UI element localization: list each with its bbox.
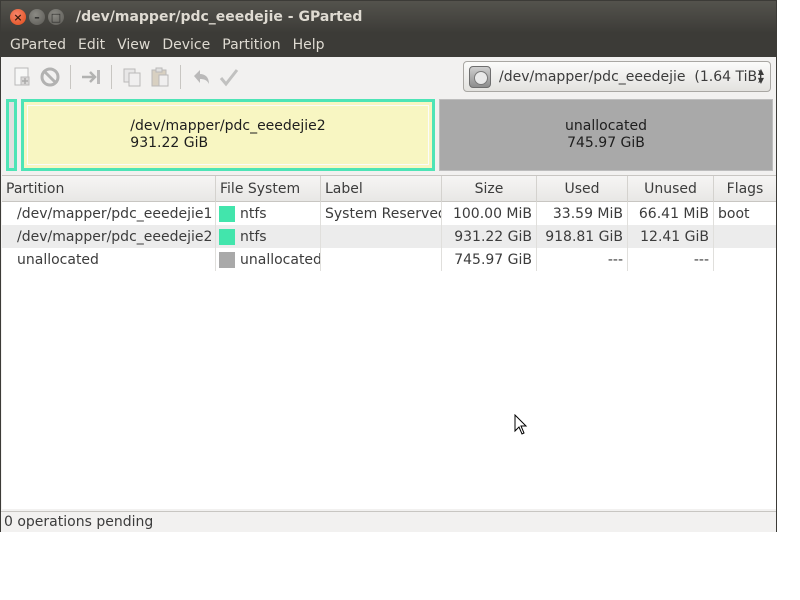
segment-name: unallocated — [565, 118, 647, 134]
filesystem-color-swatch — [219, 251, 235, 268]
device-selector[interactable]: /dev/mapper/pdc_eeedejie (1.64 TiB) ▲ ▼ — [463, 61, 771, 92]
partition-map-segment-pdc_eeedejie2[interactable]: /dev/mapper/pdc_eeedejie2 931.22 GiB — [21, 99, 435, 171]
column-header-label[interactable]: Label — [321, 176, 442, 202]
apply-icon[interactable] — [215, 63, 243, 91]
column-header-used[interactable]: Used — [537, 176, 628, 202]
title-bar[interactable]: × – □ /dev/mapper/pdc_eeedejie - GParted — [1, 1, 776, 33]
table-row[interactable]: /dev/mapper/pdc_eeedejie1 ntfs System Re… — [2, 202, 776, 225]
cell-used: 33.59 MiB — [537, 202, 628, 225]
cell-size: 100.00 MiB — [442, 202, 537, 225]
cell-unused: 66.41 MiB — [628, 202, 714, 225]
cell-unused: 12.41 GiB — [628, 225, 714, 248]
filesystem-color-swatch — [219, 205, 235, 222]
paste-icon[interactable] — [146, 63, 174, 91]
maximize-icon[interactable]: □ — [48, 9, 64, 25]
cell-flags: boot — [718, 205, 750, 222]
toolbar-separator — [111, 65, 112, 89]
close-icon[interactable]: × — [10, 9, 26, 25]
menu-partition[interactable]: Partition — [216, 37, 286, 53]
cell-label: System Reserved — [321, 202, 442, 225]
device-size: (1.64 TiB) — [694, 68, 763, 85]
new-partition-icon[interactable] — [8, 63, 36, 91]
column-header-flags[interactable]: Flags — [714, 176, 776, 202]
cell-label — [321, 225, 442, 248]
menu-device[interactable]: Device — [156, 37, 216, 53]
menu-edit[interactable]: Edit — [72, 37, 111, 53]
table-header: Partition File System Label Size Used Un… — [2, 176, 776, 202]
toolbar: /dev/mapper/pdc_eeedejie (1.64 TiB) ▲ ▼ — [1, 57, 776, 97]
cell-filesystem: ntfs — [216, 225, 321, 248]
window-title: /dev/mapper/pdc_eeedejie - GParted — [76, 9, 363, 25]
cell-used: 918.81 GiB — [537, 225, 628, 248]
partition-map-segment-unallocated[interactable]: unallocated 745.97 GiB — [439, 99, 773, 171]
filesystem-name: unallocated — [240, 251, 321, 268]
cell-partition: /dev/mapper/pdc_eeedejie2 — [2, 225, 216, 248]
minimize-icon[interactable]: – — [29, 9, 45, 25]
partition-map-segment-pdc_eeedejie1[interactable] — [6, 99, 17, 171]
segment-size: 745.97 GiB — [567, 135, 645, 151]
window-controls: × – □ — [10, 9, 64, 25]
column-header-partition[interactable]: Partition — [2, 176, 216, 202]
cell-used: --- — [537, 248, 628, 271]
partition-table: Partition File System Label Size Used Un… — [2, 175, 776, 509]
column-header-unused[interactable]: Unused — [628, 176, 714, 202]
column-header-filesystem[interactable]: File System — [216, 176, 321, 202]
cell-flags — [714, 225, 776, 248]
undo-icon[interactable] — [187, 63, 215, 91]
menu-help[interactable]: Help — [287, 37, 331, 53]
filesystem-name: ntfs — [240, 205, 267, 222]
filesystem-name: ntfs — [240, 228, 267, 245]
table-row[interactable]: unallocated unallocated 745.97 GiB --- -… — [2, 248, 776, 271]
updown-arrows-icon: ▲ ▼ — [757, 67, 764, 85]
harddisk-icon — [469, 65, 491, 88]
segment-size: 931.22 GiB — [130, 135, 209, 151]
toolbar-separator — [70, 65, 71, 89]
cell-filesystem: ntfs — [216, 202, 321, 225]
status-text: 0 operations pending — [4, 514, 154, 530]
toolbar-separator — [180, 65, 181, 89]
cell-unused: --- — [628, 248, 714, 271]
menu-view[interactable]: View — [111, 37, 156, 53]
column-header-size[interactable]: Size — [442, 176, 537, 202]
copy-icon[interactable] — [118, 63, 146, 91]
cell-filesystem: unallocated — [216, 248, 321, 271]
partition-map: /dev/mapper/pdc_eeedejie2 931.22 GiB una… — [6, 99, 773, 171]
cell-partition: unallocated — [2, 248, 216, 271]
status-bar: 0 operations pending — [1, 511, 776, 532]
delete-icon[interactable] — [36, 63, 64, 91]
cell-size: 931.22 GiB — [442, 225, 537, 248]
resize-move-icon[interactable] — [77, 63, 105, 91]
cell-label — [321, 248, 442, 271]
device-selector-label: /dev/mapper/pdc_eeedejie (1.64 TiB) — [499, 69, 763, 85]
menu-bar: GParted Edit View Device Partition Help — [1, 33, 776, 57]
cell-partition: /dev/mapper/pdc_eeedejie1 — [2, 202, 216, 225]
cell-size: 745.97 GiB — [442, 248, 537, 271]
filesystem-color-swatch — [219, 228, 235, 245]
mouse-cursor-icon — [514, 414, 528, 435]
gparted-window: × – □ /dev/mapper/pdc_eeedejie - GParted… — [0, 0, 777, 532]
table-row[interactable]: /dev/mapper/pdc_eeedejie2 ntfs 931.22 Gi… — [2, 225, 776, 248]
device-path: /dev/mapper/pdc_eeedejie — [499, 68, 686, 85]
segment-name: /dev/mapper/pdc_eeedejie2 — [130, 118, 326, 134]
menu-gparted[interactable]: GParted — [4, 37, 72, 53]
cell-flags — [714, 248, 776, 271]
